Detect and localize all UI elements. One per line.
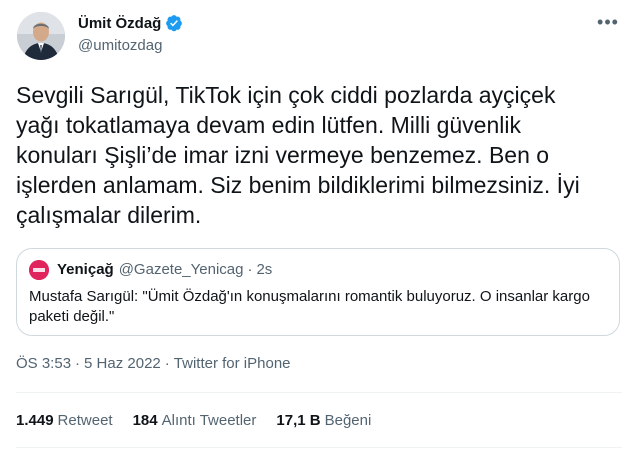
quote-author-handle: @Gazete_Yenicag: [118, 261, 244, 278]
quote-time: 2s: [256, 261, 273, 278]
meta-separator: ·: [75, 355, 81, 372]
tweet-date[interactable]: 5 Haz 2022: [84, 355, 161, 372]
quote-separator: ·: [247, 261, 253, 278]
quotes-label: Alıntı Tweetler: [161, 412, 257, 429]
author-name[interactable]: Ümit Özdağ: [78, 14, 183, 32]
quoted-tweet[interactable]: Yeniçağ @Gazete_Yenicag · 2s Mustafa Sar…: [16, 248, 620, 336]
author-name-text[interactable]: Ümit Özdağ: [78, 15, 161, 32]
engagement-stats: 1.449 Retweet 184 Alıntı Tweetler 17,1 B Be…: [16, 412, 391, 429]
meta-separator: ·: [164, 355, 170, 372]
quotes-count: 184: [132, 412, 158, 429]
retweets-stat[interactable]: 1.449 Retweet: [16, 412, 113, 429]
tweet-metadata: ÖS 3:53 · 5 Haz 2022 · Twitter for iPhon…: [16, 355, 291, 372]
likes-count: 17,1 B: [276, 412, 321, 429]
likes-stat[interactable]: 17,1 B Beğeni: [276, 412, 371, 429]
divider: [16, 392, 622, 393]
more-horizontal-icon[interactable]: •••: [596, 12, 620, 32]
retweets-count: 1.449: [16, 412, 54, 429]
quote-header: Yeniçağ @Gazete_Yenicag · 2s: [57, 261, 272, 278]
retweets-label: Retweet: [57, 412, 113, 429]
quote-text: Mustafa Sarıgül: "Ümit Özdağ'ın konuşmal…: [29, 288, 590, 325]
divider: [16, 447, 622, 448]
avatar[interactable]: [17, 12, 65, 60]
tweet-text: Sevgili Sarıgül, TikTok için çok ciddi p…: [16, 82, 580, 228]
quote-author-name: Yeniçağ: [57, 261, 114, 278]
quotes-stat[interactable]: 184 Alıntı Tweetler: [133, 412, 257, 429]
author-handle[interactable]: @umitozdag: [78, 37, 162, 54]
tweet-time[interactable]: ÖS 3:53: [16, 355, 71, 372]
likes-label: Beğeni: [324, 412, 372, 429]
verified-badge-icon: [165, 14, 183, 32]
quote-avatar: [29, 260, 49, 280]
tweet-source[interactable]: Twitter for iPhone: [174, 355, 291, 372]
tweet-card: Ümit Özdağ @umitozdag ••• Sevgili Sarıgü…: [0, 0, 640, 452]
